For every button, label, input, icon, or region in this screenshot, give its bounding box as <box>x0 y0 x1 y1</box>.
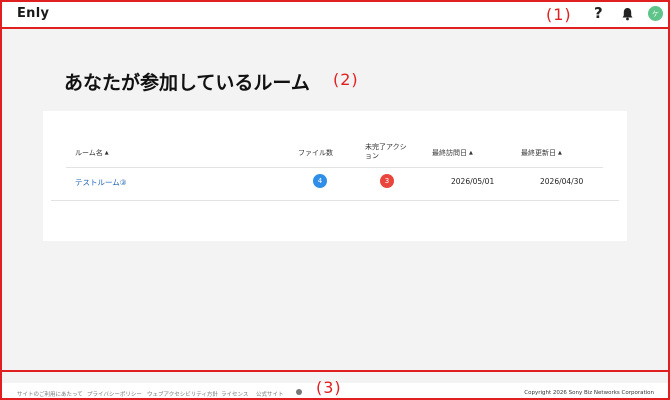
column-label: 未完了アクション <box>365 143 407 160</box>
copyright-text: Copyright 2026 Sony Biz Networks Corpora… <box>524 390 654 396</box>
column-label: ファイル数 <box>298 149 333 157</box>
footer-link-terms[interactable]: サイトのご利用にあたって <box>17 390 83 398</box>
rooms-table-card: ルーム名 ▲ ファイル数 未完了アクション 最終訪問日 ▲ 最終更新日 ▲ テストルー… <box>43 111 627 241</box>
bell-icon[interactable] <box>621 7 634 21</box>
row-divider <box>51 200 619 201</box>
column-header-last-updated[interactable]: 最終更新日 ▲ <box>521 149 562 158</box>
annotation-label-2: (2) <box>333 70 359 89</box>
help-icon[interactable]: ? <box>594 4 603 22</box>
column-label: 最終更新日 <box>521 149 556 157</box>
external-link-icon <box>296 389 302 395</box>
annotation-label-3: (3) <box>316 378 342 397</box>
pending-actions-badge: 3 <box>380 174 394 188</box>
user-avatar[interactable]: ケ <box>648 6 663 21</box>
sort-asc-icon: ▲ <box>104 150 109 156</box>
footer-link-official-site[interactable]: 公式サイト <box>256 390 284 398</box>
footer-link-license[interactable]: ライセンス <box>221 390 248 398</box>
last-visited-date: 2026/05/01 <box>451 177 495 186</box>
footer-link-accessibility[interactable]: ウェブアクセシビリティ方針 <box>147 390 218 398</box>
annotation-label-1: (1) <box>546 5 572 24</box>
page-title: あなたが参加しているルーム <box>64 72 310 94</box>
file-count-badge: 4 <box>313 174 327 188</box>
enly-logo[interactable]: Enly <box>17 6 49 21</box>
column-header-room-name[interactable]: ルーム名 ▲ <box>75 149 109 158</box>
column-header-file-count: ファイル数 <box>298 149 333 158</box>
footer-link-privacy[interactable]: プライバシーポリシー <box>87 390 142 398</box>
column-header-pending-actions: 未完了アクション <box>365 143 413 161</box>
sort-asc-icon: ▲ <box>558 150 562 156</box>
sort-asc-icon: ▲ <box>469 150 473 156</box>
header-divider <box>66 167 603 168</box>
column-label: 最終訪問日 <box>432 149 467 157</box>
room-link[interactable]: テストルーム③ <box>75 177 127 188</box>
last-updated-date: 2026/04/30 <box>540 177 584 186</box>
column-header-last-visited[interactable]: 最終訪問日 ▲ <box>432 149 473 158</box>
column-label: ルーム名 <box>75 149 103 157</box>
